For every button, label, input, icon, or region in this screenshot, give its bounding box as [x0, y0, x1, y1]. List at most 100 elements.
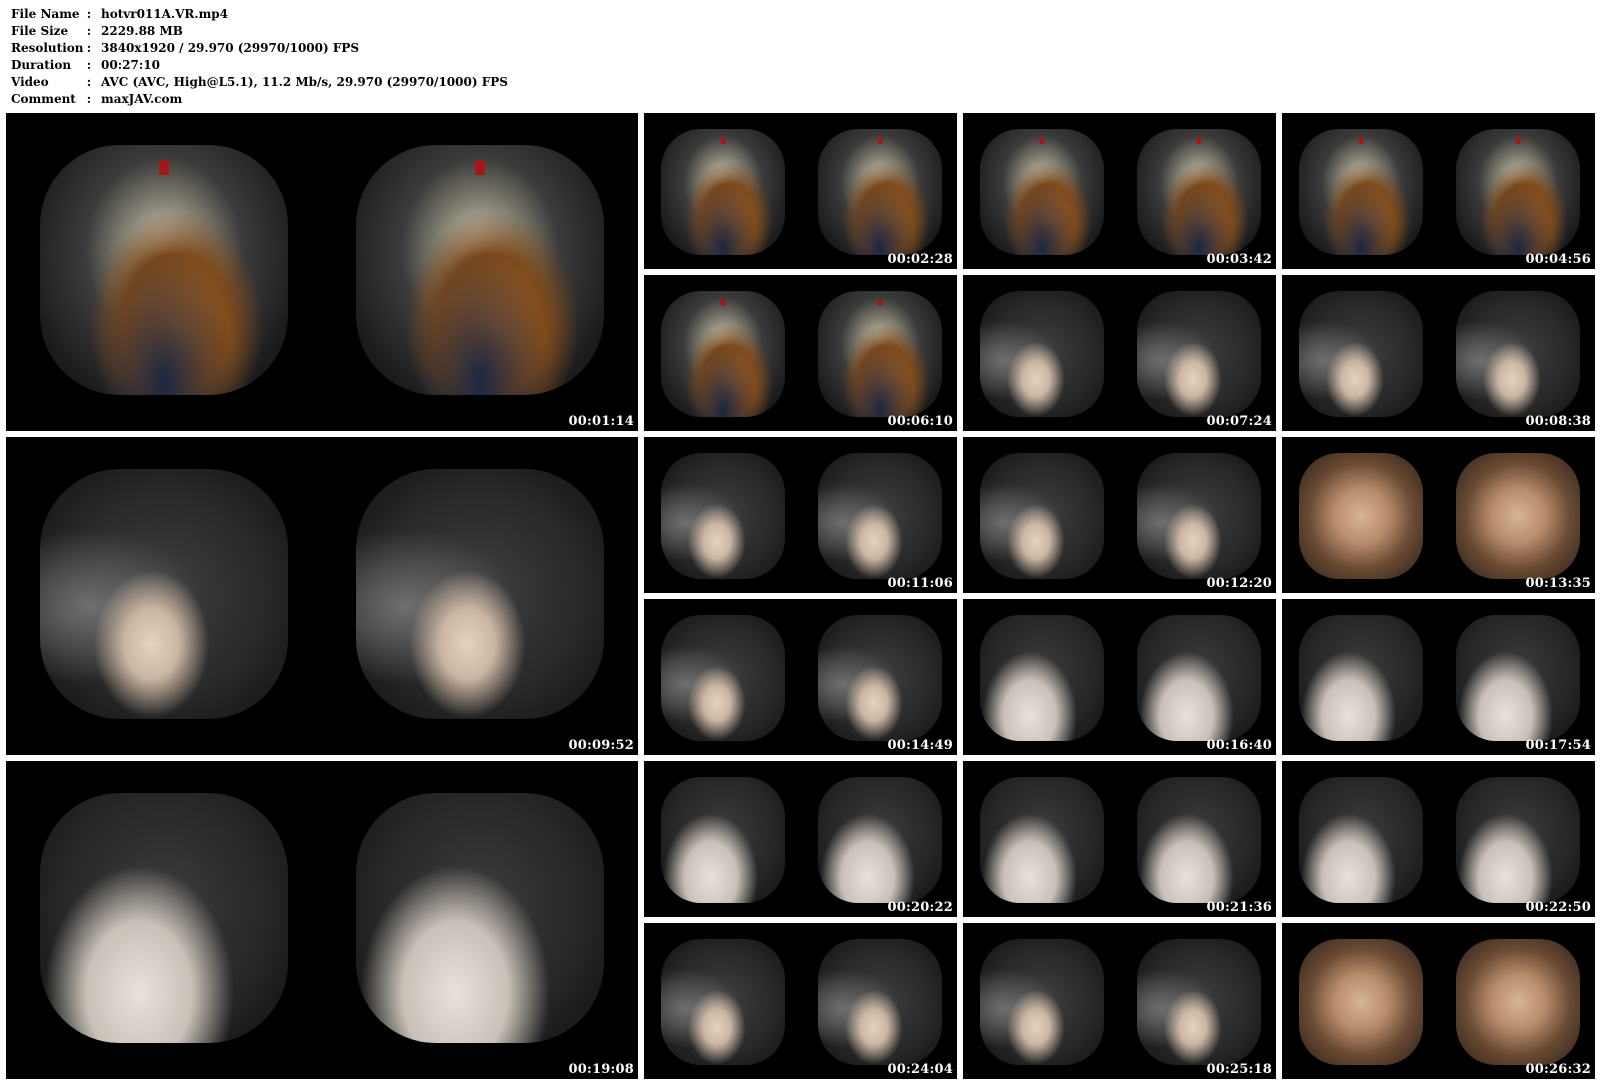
left-eye-frame	[1299, 291, 1423, 417]
meta-separator: :	[86, 24, 92, 38]
video-thumbnail[interactable]: 00:25:18	[963, 923, 1276, 1079]
left-eye-frame	[40, 469, 288, 719]
right-eye-frame	[818, 291, 942, 417]
right-eye-frame	[1137, 777, 1261, 903]
meta-row-duration: Duration : 00:27:10	[11, 57, 508, 74]
thumbnail-timestamp: 00:22:50	[1525, 900, 1591, 915]
left-eye-frame	[661, 291, 785, 417]
meta-separator: :	[86, 58, 92, 72]
right-eye-frame	[356, 469, 604, 719]
left-eye-frame	[40, 145, 288, 395]
meta-value: 00:27:10	[101, 58, 160, 72]
meta-separator: :	[86, 41, 92, 55]
left-eye-frame	[661, 615, 785, 741]
video-thumbnail[interactable]: 00:14:49	[644, 599, 957, 755]
video-thumbnail[interactable]: 00:26:32	[1282, 923, 1595, 1079]
left-eye-frame	[661, 453, 785, 579]
meta-separator: :	[86, 92, 92, 106]
meta-label: File Name	[11, 7, 80, 21]
right-eye-frame	[1137, 453, 1261, 579]
meta-row-comment: Comment : maxJAV.com	[11, 91, 508, 108]
left-eye-frame	[661, 129, 785, 255]
meta-separator: :	[86, 7, 92, 21]
thumbnail-timestamp: 00:17:54	[1525, 738, 1591, 753]
thumbnail-timestamp: 00:02:28	[887, 252, 953, 267]
right-eye-frame	[818, 777, 942, 903]
video-thumbnail[interactable]: 00:17:54	[1282, 599, 1595, 755]
meta-value: hotvr011A.VR.mp4	[101, 7, 229, 21]
video-thumbnail[interactable]: 00:01:14	[6, 113, 638, 431]
right-eye-frame	[356, 145, 604, 395]
meta-value: maxJAV.com	[101, 92, 183, 106]
left-eye-frame	[1299, 615, 1423, 741]
video-thumbnail[interactable]: 00:16:40	[963, 599, 1276, 755]
video-thumbnail[interactable]: 00:12:20	[963, 437, 1276, 593]
right-eye-frame	[1456, 615, 1580, 741]
right-eye-frame	[818, 939, 942, 1065]
right-eye-frame	[1456, 453, 1580, 579]
meta-label: Resolution	[11, 41, 84, 55]
left-eye-frame	[980, 777, 1104, 903]
meta-row-file-size: File Size : 2229.88 MB	[11, 23, 508, 40]
meta-row-file-name: File Name : hotvr011A.VR.mp4	[11, 6, 508, 23]
video-thumbnail[interactable]: 00:09:52	[6, 437, 638, 755]
video-thumbnail[interactable]: 00:11:06	[644, 437, 957, 593]
right-eye-frame	[818, 129, 942, 255]
thumbnail-timestamp: 00:16:40	[1206, 738, 1272, 753]
right-eye-frame	[1456, 291, 1580, 417]
meta-separator: :	[86, 75, 92, 89]
meta-value: 2229.88 MB	[101, 24, 183, 38]
thumbnail-timestamp: 00:21:36	[1206, 900, 1272, 915]
left-eye-frame	[980, 453, 1104, 579]
left-eye-frame	[980, 939, 1104, 1065]
right-eye-frame	[1137, 129, 1261, 255]
thumbnail-timestamp: 00:12:20	[1206, 576, 1272, 591]
left-eye-frame	[1299, 777, 1423, 903]
left-eye-frame	[661, 777, 785, 903]
thumbnail-timestamp: 00:13:35	[1525, 576, 1591, 591]
left-eye-frame	[980, 615, 1104, 741]
meta-label: Comment	[11, 92, 76, 106]
video-thumbnail[interactable]: 00:07:24	[963, 275, 1276, 431]
meta-row-video: Video : AVC (AVC, High@L5.1), 11.2 Mb/s,…	[11, 74, 508, 91]
left-eye-frame	[1299, 453, 1423, 579]
meta-value: AVC (AVC, High@L5.1), 11.2 Mb/s, 29.970 …	[101, 75, 508, 89]
right-eye-frame	[1456, 939, 1580, 1065]
left-eye-frame	[980, 291, 1104, 417]
thumbnail-timestamp: 00:03:42	[1206, 252, 1272, 267]
thumbnail-timestamp: 00:20:22	[887, 900, 953, 915]
video-thumbnail[interactable]: 00:04:56	[1282, 113, 1595, 269]
left-eye-frame	[1299, 129, 1423, 255]
video-thumbnail[interactable]: 00:06:10	[644, 275, 957, 431]
video-thumbnail[interactable]: 00:24:04	[644, 923, 957, 1079]
video-thumbnail[interactable]: 00:22:50	[1282, 761, 1595, 917]
video-thumbnail[interactable]: 00:21:36	[963, 761, 1276, 917]
thumbnail-timestamp: 00:07:24	[1206, 414, 1272, 429]
thumbnail-timestamp: 00:26:32	[1525, 1062, 1591, 1077]
thumbnail-timestamp: 00:25:18	[1206, 1062, 1272, 1077]
right-eye-frame	[1137, 291, 1261, 417]
right-eye-frame	[1137, 615, 1261, 741]
right-eye-frame	[1456, 129, 1580, 255]
thumbnail-timestamp: 00:19:08	[568, 1062, 634, 1077]
thumbnail-timestamp: 00:04:56	[1525, 252, 1591, 267]
thumbnail-timestamp: 00:14:49	[887, 738, 953, 753]
video-thumbnail[interactable]: 00:13:35	[1282, 437, 1595, 593]
video-thumbnail[interactable]: 00:03:42	[963, 113, 1276, 269]
left-eye-frame	[40, 793, 288, 1043]
thumbnail-timestamp: 00:09:52	[568, 738, 634, 753]
right-eye-frame	[818, 453, 942, 579]
right-eye-frame	[818, 615, 942, 741]
meta-label: Video	[11, 75, 49, 89]
right-eye-frame	[1456, 777, 1580, 903]
thumbnail-timestamp: 00:24:04	[887, 1062, 953, 1077]
thumbnail-timestamp: 00:01:14	[568, 414, 634, 429]
meta-label: Duration	[11, 58, 72, 72]
left-eye-frame	[661, 939, 785, 1065]
video-thumbnail[interactable]: 00:20:22	[644, 761, 957, 917]
meta-row-resolution: Resolution : 3840x1920 / 29.970 (29970/1…	[11, 40, 508, 57]
video-thumbnail[interactable]: 00:02:28	[644, 113, 957, 269]
video-thumbnail[interactable]: 00:08:38	[1282, 275, 1595, 431]
meta-value: 3840x1920 / 29.970 (29970/1000) FPS	[101, 41, 360, 55]
video-thumbnail[interactable]: 00:19:08	[6, 761, 638, 1079]
